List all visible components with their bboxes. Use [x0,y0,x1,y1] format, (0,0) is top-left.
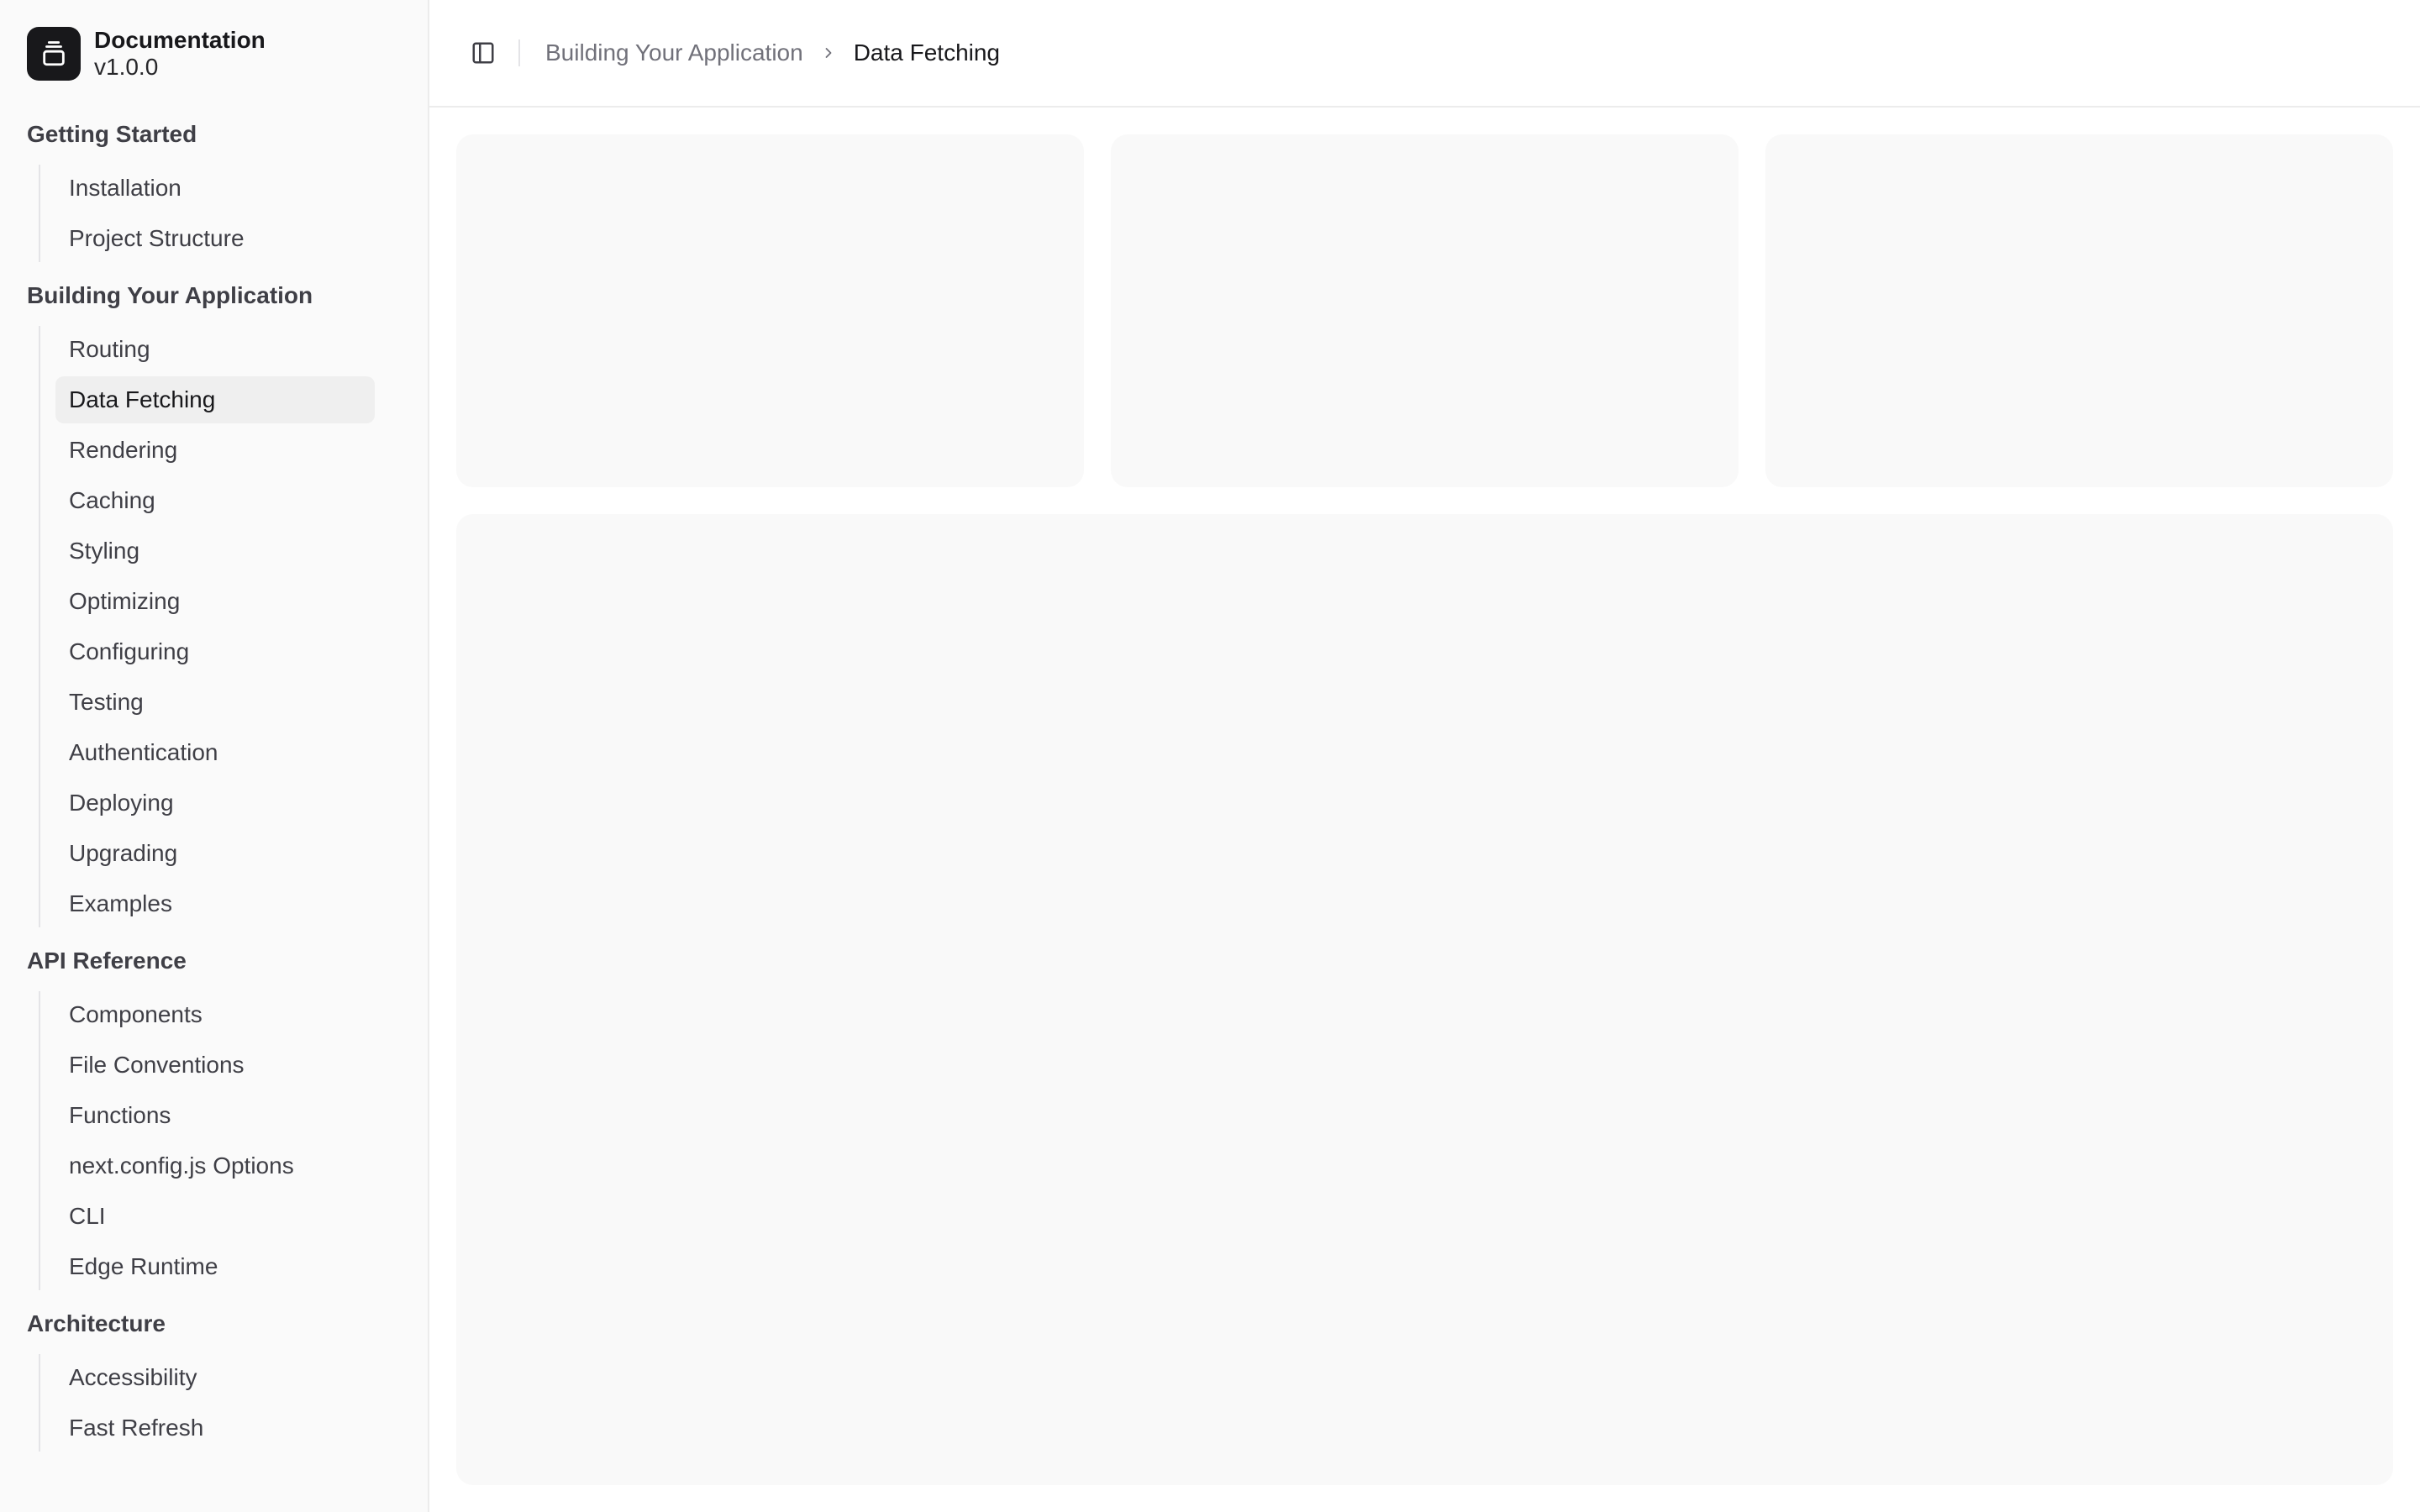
sidebar-item[interactable]: Styling [55,528,375,575]
placeholder-panel [456,514,2393,1485]
brand-version: v1.0.0 [94,54,159,80]
brand-title: Documentation [94,26,266,53]
nav-group-title[interactable]: Architecture [27,1297,401,1351]
nav-group: Getting Started Installation Project Struc… [27,108,401,262]
sidebar-toggle-button[interactable] [460,29,507,76]
sidebar-item[interactable]: Examples [55,880,375,927]
sidebar-item[interactable]: Optimizing [55,578,375,625]
nav-group: Architecture Accessibility Fast Refresh [27,1297,401,1452]
sidebar-item[interactable]: Components [55,991,375,1038]
sidebar: Documentation v1.0.0 Getting Started Inst… [0,0,429,1512]
sidebar-item[interactable]: File Conventions [55,1042,375,1089]
nav-group: Building Your Application Routing Data Fet… [27,269,401,927]
sidebar-item[interactable]: next.config.js Options [55,1142,375,1189]
sidebar-item[interactable]: Upgrading [55,830,375,877]
header-divider [518,39,520,66]
placeholder-card [1111,134,1739,487]
breadcrumb-current-page: Data Fetching [853,39,1001,66]
main-content: Building Your Application Data Fetching [429,0,2420,1512]
nav-group-title[interactable]: Building Your Application [27,269,401,323]
panel-left-icon [472,42,494,64]
sidebar-nav: Getting Started Installation Project Struc… [0,108,428,1452]
content-area [456,134,2393,1485]
topbar: Building Your Application Data Fetching [429,0,2420,108]
sidebar-item[interactable]: Deploying [55,780,375,827]
sidebar-item[interactable]: Testing [55,679,375,726]
nav-group-title[interactable]: API Reference [27,934,401,988]
brand-header[interactable]: Documentation v1.0.0 [0,0,428,108]
placeholder-card [456,134,1084,487]
sidebar-item[interactable]: Data Fetching [55,376,375,423]
breadcrumb: Building Your Application Data Fetching [545,39,1000,66]
sidebar-item[interactable]: Fast Refresh [55,1404,375,1452]
placeholder-card [1765,134,2393,487]
sidebar-item[interactable]: CLI [55,1193,375,1240]
sidebar-item[interactable]: Caching [55,477,375,524]
nav-group: API Reference Components File Conventions F… [27,934,401,1290]
sidebar-item[interactable]: Authentication [55,729,375,776]
sidebar-item[interactable]: Configuring [55,628,375,675]
sidebar-item[interactable]: Rendering [55,427,375,474]
chevron-right-icon [820,45,837,61]
placeholder-card-row [456,134,2393,487]
gallery-icon [27,27,81,81]
sidebar-item[interactable]: Project Structure [55,215,375,262]
brand-text: Documentation v1.0.0 [94,27,266,81]
nav-group-items: Routing Data Fetching Rendering Caching Styl… [39,326,401,927]
sidebar-item[interactable]: Routing [55,326,375,373]
nav-group-items: Accessibility Fast Refresh [39,1354,401,1452]
nav-group-items: Installation Project Structure [39,165,401,262]
sidebar-item[interactable]: Installation [55,165,375,212]
nav-group-items: Components File Conventions Functions next.… [39,991,401,1290]
sidebar-item[interactable]: Accessibility [55,1354,375,1401]
sidebar-item[interactable]: Edge Runtime [55,1243,375,1290]
app-root: Documentation v1.0.0 Getting Started Inst… [0,0,2420,1512]
nav-group-title[interactable]: Getting Started [27,108,401,161]
sidebar-item[interactable]: Functions [55,1092,375,1139]
breadcrumb-parent-link[interactable]: Building Your Application [545,39,803,66]
